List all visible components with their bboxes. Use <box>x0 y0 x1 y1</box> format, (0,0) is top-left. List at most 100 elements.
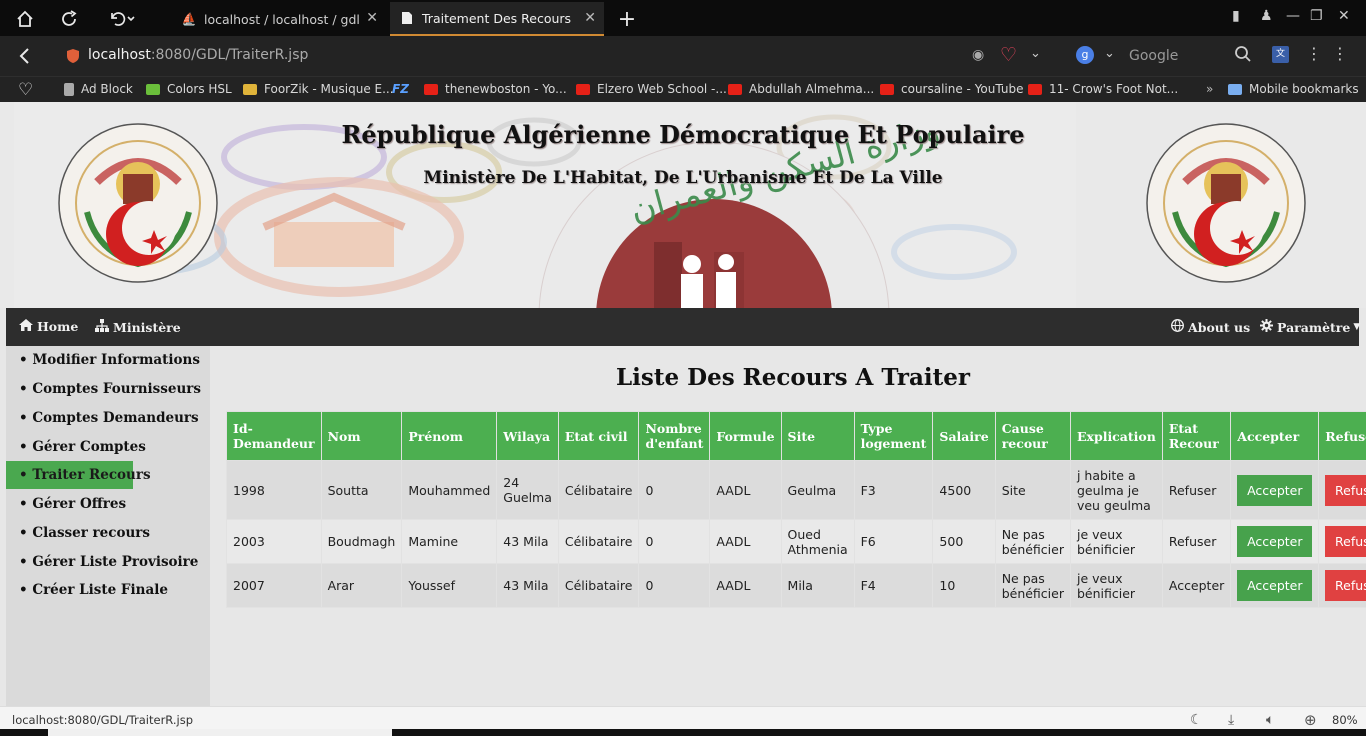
heart-bookmarks-icon[interactable]: ♡ <box>18 80 33 100</box>
cell-salaire: 10 <box>932 563 996 608</box>
taskbar-strip <box>0 729 1366 736</box>
shield-icon[interactable] <box>66 48 80 68</box>
search-input[interactable]: Google <box>1129 48 1178 64</box>
extension-icon[interactable]: ♟ <box>1260 8 1273 24</box>
nav-parametre-dropdown[interactable]: Paramètre ▼ <box>1260 319 1360 335</box>
translate-icon[interactable]: 文 <box>1272 46 1289 63</box>
cell-prenom: Mouhammed <box>401 460 498 520</box>
sidebar-item-classer-recours[interactable]: • Classer recours <box>6 519 150 547</box>
sidebar-item-gerer-liste-provisoire[interactable]: • Gérer Liste Provisoire <box>6 548 198 576</box>
heart-icon[interactable]: ♡ <box>1000 44 1017 66</box>
bookmark-ad-block[interactable]: Ad Block <box>64 82 133 96</box>
globe-icon <box>1171 319 1184 335</box>
bookmark-label: thenewboston - Yo... <box>445 82 567 96</box>
more-menu-icon[interactable]: ⋮ <box>1306 44 1322 63</box>
google-search-engine-icon[interactable]: g <box>1076 46 1094 64</box>
folder-icon <box>1228 83 1242 95</box>
nav-ministere-label: Ministère <box>113 319 181 335</box>
snapshot-icon[interactable]: ▮ <box>1232 8 1240 24</box>
tab-phpmyadmin[interactable]: ⛵ localhost / localhost / gdl / re ✕ <box>172 2 386 36</box>
cell-id: 1998 <box>226 460 322 520</box>
cell-cause-recour: Ne pas bénéficier <box>994 519 1071 564</box>
minimize-icon[interactable]: — <box>1286 8 1300 24</box>
bookmark-foorzik[interactable]: FoorZik - Musique E... <box>243 82 394 96</box>
bookmark-fz[interactable]: FZ <box>392 82 409 96</box>
table-header-row: Id-Demandeur Nom Prénom Wilaya Etat civi… <box>226 411 1366 461</box>
search-icon[interactable] <box>1234 45 1252 67</box>
refuse-button[interactable]: Refuser <box>1325 474 1366 506</box>
sidebar-item-label: • Comptes Fournisseurs <box>19 381 201 397</box>
phpmyadmin-icon: ⛵ <box>181 12 197 26</box>
bookmark-abdullah[interactable]: Abdullah Almehma... <box>728 82 874 96</box>
bookmark-crows-foot[interactable]: 11- Crow's Foot Not... <box>1028 82 1178 96</box>
youtube-icon <box>1028 83 1042 95</box>
nav-about-us[interactable]: About us <box>1171 319 1250 335</box>
cell-refuser: Refuser <box>1318 460 1366 520</box>
sidebar-item-comptes-demandeurs[interactable]: • Comptes Demandeurs <box>6 404 199 432</box>
home-icon <box>19 319 33 334</box>
refuse-button[interactable]: Refuser <box>1325 570 1366 601</box>
cell-etat-civil: Célibataire <box>557 563 640 608</box>
table-row: 1998 Soutta Mouhammed 24 Guelma Célibata… <box>226 460 1366 520</box>
zoom-level[interactable]: 80% <box>1332 713 1358 727</box>
bookmark-label: FZ <box>392 82 409 96</box>
youtube-icon <box>880 83 894 95</box>
bookmark-thenewboston[interactable]: thenewboston - Yo... <box>424 82 567 96</box>
sidebar-item-label: • Gérer Comptes <box>19 439 146 455</box>
volume-icon[interactable]: 🔈︎ <box>1266 712 1274 728</box>
sidebar-item-creer-liste-finale[interactable]: • Créer Liste Finale <box>6 576 168 604</box>
night-mode-icon[interactable]: ☾ <box>1190 712 1203 728</box>
back-icon[interactable] <box>12 43 38 69</box>
history-back-menu-icon[interactable] <box>104 6 140 32</box>
chevron-down-icon[interactable]: ⌄ <box>1030 46 1041 61</box>
new-tab-icon[interactable]: + <box>614 6 640 32</box>
camera-blocked-icon[interactable]: ◉ <box>972 47 984 63</box>
close-window-icon[interactable]: ✕ <box>1338 8 1350 24</box>
accept-button[interactable]: Accepter <box>1237 570 1313 601</box>
cell-explication: je veux bénificier <box>1069 519 1163 564</box>
restore-icon[interactable]: ❐ <box>1310 8 1323 24</box>
bookmark-coursaline[interactable]: coursaline - YouTube <box>880 82 1024 96</box>
cell-type-logement: F6 <box>853 519 934 564</box>
cell-etat-recour: Accepter <box>1161 563 1232 608</box>
cell-etat-civil: Célibataire <box>557 460 640 520</box>
column-header: Nom <box>320 411 403 461</box>
bookmark-elzero[interactable]: Elzero Web School -... <box>576 82 727 96</box>
gear-icon <box>1260 319 1273 335</box>
cell-refuser: Refuser <box>1318 563 1366 608</box>
url-field[interactable]: localhost:8080/GDL/TraiterR.jsp <box>88 47 308 63</box>
cell-formule: AADL <box>709 563 782 608</box>
reload-icon[interactable] <box>56 6 82 32</box>
home-icon[interactable] <box>12 6 38 32</box>
refuse-button[interactable]: Refuser <box>1325 526 1366 557</box>
more-bookmarks-icon[interactable]: » <box>1206 82 1213 96</box>
download-icon[interactable]: ⤓ <box>1228 712 1234 728</box>
tab-traitement-des-recours[interactable]: Traitement Des Recours ✕ <box>390 2 604 36</box>
more-menu-icon[interactable]: ⋮ <box>1332 44 1348 63</box>
bookmark-folder-mobile[interactable]: Mobile bookmarks <box>1228 82 1359 96</box>
column-header: Refuser <box>1318 411 1366 461</box>
nav-ministere[interactable]: Ministère <box>95 319 181 335</box>
sidebar-item-traiter-recours[interactable]: • Traiter Recours <box>6 461 151 489</box>
sidebar-item-modifier-informations[interactable]: • Modifier Informations <box>6 346 200 374</box>
sidebar-item-gerer-comptes[interactable]: • Gérer Comptes <box>6 433 146 461</box>
close-tab-icon[interactable]: ✕ <box>584 10 596 26</box>
youtube-icon <box>576 83 590 95</box>
cell-site: Oued Athmenia <box>780 519 855 564</box>
youtube-icon <box>424 83 438 95</box>
accept-button[interactable]: Accepter <box>1237 526 1313 557</box>
cell-site: Geulma <box>780 460 855 520</box>
close-tab-icon[interactable]: ✕ <box>366 10 378 26</box>
cell-site: Mila <box>780 563 855 608</box>
top-navbar: Home Ministère About us Paramètre ▼ <box>6 308 1360 346</box>
accept-button[interactable]: Accepter <box>1237 474 1313 506</box>
nav-home[interactable]: Home <box>19 319 78 334</box>
chevron-down-icon[interactable]: ⌄ <box>1104 46 1115 61</box>
bookmark-label: Abdullah Almehma... <box>749 82 875 96</box>
sidebar-item-gerer-offres[interactable]: • Gérer Offres <box>6 490 126 518</box>
youtube-icon <box>728 83 742 95</box>
sidebar-item-comptes-fournisseurs[interactable]: • Comptes Fournisseurs <box>6 375 201 403</box>
document-icon <box>400 11 414 25</box>
bookmark-colors-hsl[interactable]: Colors HSL <box>146 82 232 96</box>
zoom-in-icon[interactable]: ⊕ <box>1304 711 1317 729</box>
